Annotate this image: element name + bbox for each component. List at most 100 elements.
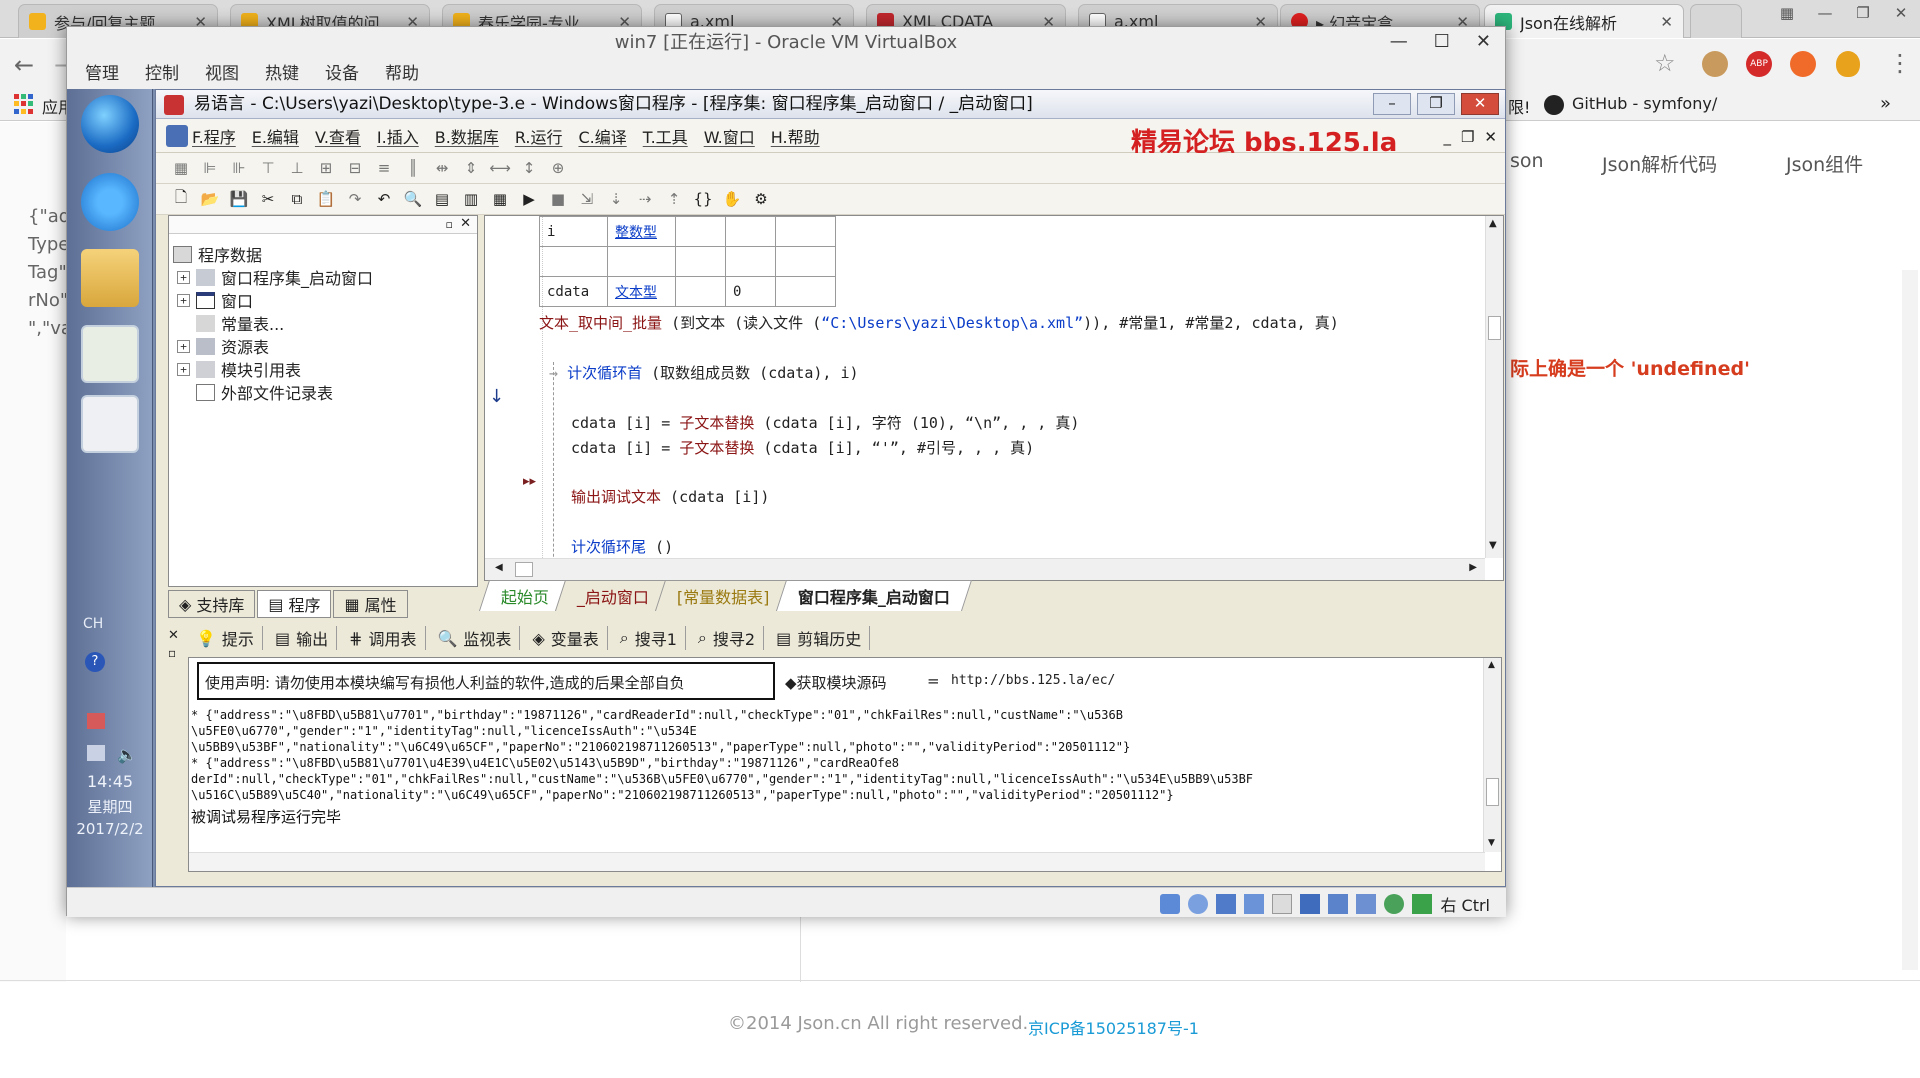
- expand-icon[interactable]: +: [177, 293, 190, 307]
- output-vertical-scrollbar[interactable]: ▲ ▼: [1483, 658, 1501, 852]
- ie-browser-icon[interactable]: [81, 173, 139, 231]
- tab-search-2[interactable]: ⌕ 搜寻2: [690, 626, 765, 650]
- code-editor[interactable]: ↓ ▸▸ i 整数型 cdata 文本型 0 文本_取中间_批量 (到文本 (读入文件…: [484, 215, 1504, 581]
- tree-item-external-files[interactable]: 外部文件记录表: [196, 380, 333, 404]
- icp-link[interactable]: 京ICP备15025187号-1: [1028, 1015, 1199, 1039]
- tool-misc-icon[interactable]: ⚙: [750, 188, 772, 210]
- scroll-thumb[interactable]: [1486, 778, 1499, 806]
- maximize-icon[interactable]: ☐: [1434, 31, 1450, 52]
- var-type[interactable]: [607, 246, 676, 277]
- var-row[interactable]: [539, 246, 836, 277]
- var-cell[interactable]: [675, 276, 726, 307]
- chrome-menu-icon[interactable]: ⋮: [1888, 49, 1912, 77]
- new-tab-button[interactable]: [1690, 4, 1742, 38]
- chart-app-icon[interactable]: [81, 325, 139, 383]
- code-horizontal-scrollbar[interactable]: ◀ ▶: [485, 558, 1485, 580]
- var-cell[interactable]: [675, 246, 726, 277]
- var-cell[interactable]: [675, 216, 726, 247]
- vbox-menu-control[interactable]: 控制: [145, 59, 179, 89]
- var-name[interactable]: cdata: [539, 276, 608, 307]
- code-line-replace-1[interactable]: cdata [i] = 子文本替换 (cdata [i], 字符 (10), “…: [571, 412, 1079, 433]
- step-icon[interactable]: ⇲: [576, 188, 598, 210]
- shared-folder-icon[interactable]: [1300, 894, 1321, 914]
- help-icon[interactable]: ?: [85, 652, 105, 672]
- code-line-loop-head[interactable]: → 计次循环首 (取数组成员数 (cdata), i): [549, 362, 859, 383]
- explorer-folder-icon[interactable]: [81, 249, 139, 307]
- menu-program[interactable]: F.程序: [192, 124, 236, 148]
- tab-search-1[interactable]: ⌕ 搜寻1: [612, 626, 686, 650]
- var-cell[interactable]: [775, 276, 836, 307]
- var-cell[interactable]: 0: [725, 276, 776, 307]
- save-icon[interactable]: 💾: [228, 188, 250, 210]
- extension-orange-icon[interactable]: [1790, 51, 1816, 77]
- browser-tab-active[interactable]: Json在线解析 ✕: [1484, 4, 1684, 38]
- tab-watch[interactable]: 🔍 监视表: [430, 626, 521, 650]
- align-bottom-icon[interactable]: ⊥: [286, 157, 308, 179]
- layout-2-icon[interactable]: ▥: [460, 188, 482, 210]
- run-play-icon[interactable]: ▶: [518, 188, 540, 210]
- tab-support-library[interactable]: ◈ 支持库: [168, 590, 256, 618]
- mouse-integration-icon[interactable]: [1412, 894, 1433, 914]
- scroll-right-icon[interactable]: ▶: [1469, 562, 1477, 573]
- menu-view[interactable]: V.查看: [315, 124, 361, 148]
- open-folder-icon[interactable]: 📂: [199, 188, 221, 210]
- same-height-icon[interactable]: ║: [402, 157, 424, 179]
- optical-drive-icon[interactable]: [1188, 894, 1209, 914]
- new-file-icon[interactable]: 🗋: [170, 188, 192, 210]
- menu-tools[interactable]: T.工具: [643, 124, 688, 148]
- minimize-icon[interactable]: —: [1806, 0, 1844, 26]
- mdi-restore-icon[interactable]: ❐: [1461, 128, 1474, 146]
- align-left-icon[interactable]: ⊫: [199, 157, 221, 179]
- tab-output[interactable]: ▤ 输出: [267, 626, 338, 650]
- center-v-icon[interactable]: ⊟: [344, 157, 366, 179]
- vbox-menu-manage[interactable]: 管理: [85, 59, 119, 89]
- site-nav-components[interactable]: Json组件: [1786, 150, 1863, 177]
- var-name[interactable]: i: [539, 216, 608, 247]
- network-icon[interactable]: [1244, 894, 1265, 914]
- source-url[interactable]: http://bbs.125.la/ec/: [951, 673, 1115, 688]
- align-top-icon[interactable]: ⊤: [257, 157, 279, 179]
- menu-insert[interactable]: I.插入: [377, 124, 419, 148]
- var-row[interactable]: i 整数型: [539, 216, 836, 247]
- run-to-cursor-icon[interactable]: {}: [692, 188, 714, 210]
- site-nav-parse-code[interactable]: Json解析代码: [1602, 150, 1717, 177]
- tray-display-icon[interactable]: [87, 745, 105, 761]
- var-cell[interactable]: [775, 246, 836, 277]
- vbox-menu-help[interactable]: 帮助: [385, 59, 419, 89]
- usb-icon[interactable]: [1272, 894, 1293, 914]
- center-h-icon[interactable]: ⊞: [315, 157, 337, 179]
- expand-icon[interactable]: +: [177, 270, 190, 284]
- output-panel[interactable]: 使用声明: 请勿使用本模块编写有损他人利益的软件,造成的后果全部自负 ◆获取模块…: [188, 657, 1502, 872]
- var-cell[interactable]: [775, 216, 836, 247]
- same-width-icon[interactable]: ≡: [373, 157, 395, 179]
- copy-icon[interactable]: ⧉: [286, 188, 308, 210]
- scroll-thumb[interactable]: [515, 562, 533, 577]
- code-vertical-scrollbar[interactable]: ▲ ▼: [1485, 216, 1503, 558]
- code-line-extract[interactable]: 文本_取中间_批量 (到文本 (读入文件 (“C:\Users\yazi\Des…: [539, 312, 1339, 333]
- var-cell[interactable]: [725, 246, 776, 277]
- paste-icon[interactable]: 📋: [315, 188, 337, 210]
- find-icon[interactable]: 🔍: [402, 188, 424, 210]
- user-profile-icon[interactable]: ▦: [1768, 0, 1806, 26]
- panel-close-icon[interactable]: ✕: [460, 216, 471, 231]
- var-name[interactable]: [539, 246, 608, 277]
- output-horizontal-scrollbar[interactable]: [189, 852, 1485, 871]
- var-row[interactable]: cdata 文本型 0: [539, 276, 836, 307]
- menu-database[interactable]: B.数据库: [435, 124, 499, 148]
- github-bookmark[interactable]: GitHub - symfony/: [1572, 94, 1717, 113]
- space-h-icon[interactable]: ⇹: [431, 157, 453, 179]
- mdi-minimize-icon[interactable]: _: [1443, 128, 1451, 146]
- layout-1-icon[interactable]: ▤: [431, 188, 453, 210]
- step-into-icon[interactable]: ⇣: [605, 188, 627, 210]
- expand-icon[interactable]: +: [177, 362, 190, 376]
- menu-compile[interactable]: C.编译: [578, 124, 626, 148]
- variable-table[interactable]: i 整数型 cdata 文本型 0: [539, 216, 836, 307]
- tab-properties[interactable]: ▦ 属性: [333, 590, 408, 618]
- tab-startup-window[interactable]: _启动窗口: [554, 580, 672, 611]
- tab-clip-history[interactable]: ▤ 剪辑历史: [768, 626, 871, 650]
- site-nav-json[interactable]: son: [1510, 150, 1544, 172]
- extension-fruit-icon[interactable]: [1836, 51, 1860, 77]
- display-icon[interactable]: [1328, 894, 1349, 914]
- tree-root[interactable]: 程序数据: [173, 242, 262, 266]
- minimize-icon[interactable]: –: [1373, 93, 1411, 115]
